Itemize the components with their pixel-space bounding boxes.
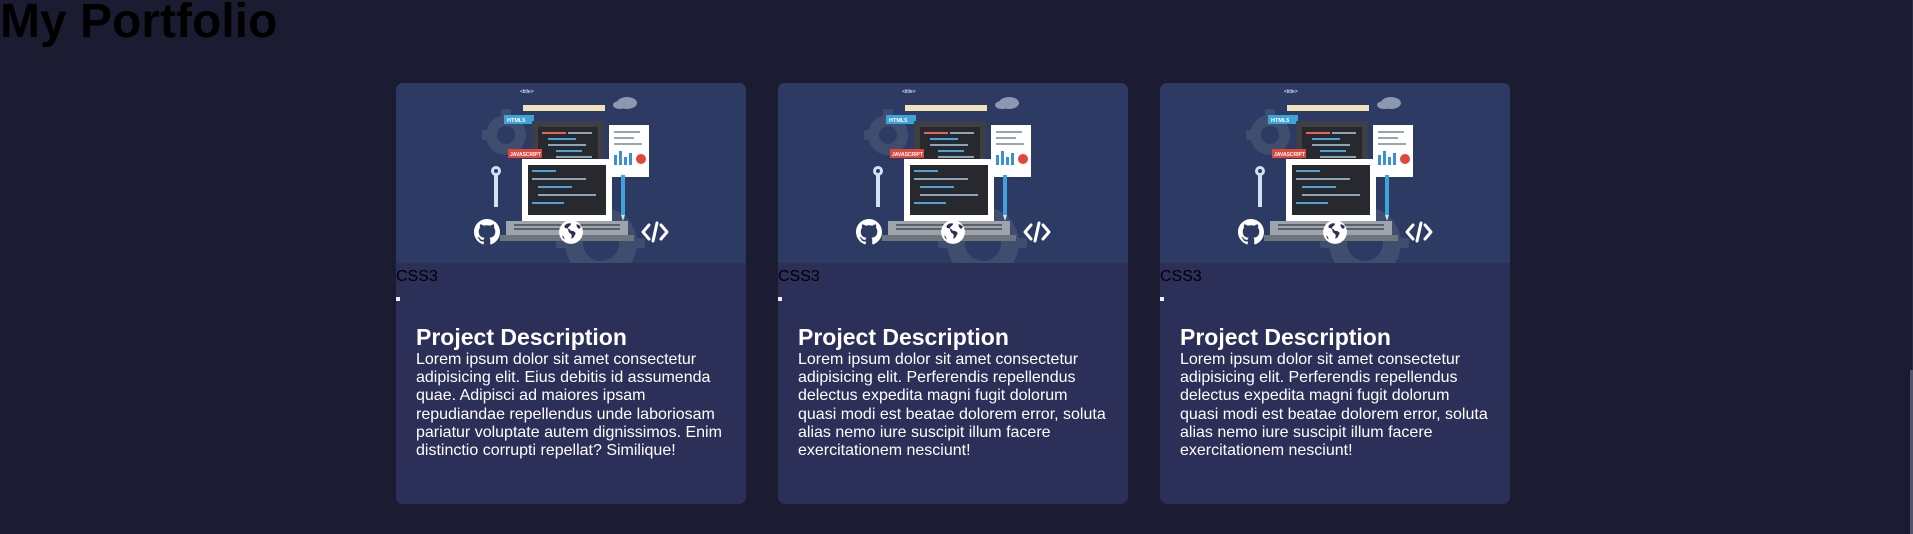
html-tag-title: <title> [1284, 89, 1298, 95]
code-link-button[interactable] [1023, 219, 1051, 245]
project-card: <title> HTML5 JAVASCRIPT CSS3 Project De… [396, 83, 746, 504]
globe-icon [940, 219, 966, 245]
globe-link-button[interactable] [940, 219, 966, 245]
card-actions [1160, 219, 1510, 245]
card-hero-image: <title> HTML5 JAVASCRIPT CSS3 Project De… [778, 83, 1128, 459]
svg-text:HTML5: HTML5 [889, 118, 907, 124]
globe-icon [558, 219, 584, 245]
svg-text:JAVASCRIPT: JAVASCRIPT [892, 152, 923, 158]
code-icon [1023, 219, 1051, 245]
globe-link-button[interactable] [558, 219, 584, 245]
card-description: Lorem ipsum dolor sit amet consectetur a… [1180, 351, 1488, 460]
card-title: Project Description [1180, 324, 1391, 350]
card-hero-image: <title> HTML5 JAVASCRIPT CSS3 Project De… [396, 83, 746, 459]
code-link-button[interactable] [1405, 219, 1433, 245]
github-link-button[interactable] [856, 219, 882, 245]
html-tag-title: <title> [520, 89, 534, 95]
card-body: Project Description Lorem ipsum dolor si… [396, 304, 746, 460]
html-tag-title: <title> [902, 89, 916, 95]
card-body: Project Description Lorem ipsum dolor si… [1160, 304, 1510, 460]
card-body: Project Description Lorem ipsum dolor si… [778, 304, 1128, 460]
github-link-button[interactable] [1238, 219, 1264, 245]
globe-link-button[interactable] [1322, 219, 1348, 245]
svg-text:JAVASCRIPT: JAVASCRIPT [1274, 152, 1305, 158]
card-actions [778, 219, 1128, 245]
card-actions [396, 219, 746, 245]
code-icon [1405, 219, 1433, 245]
card-title: Project Description [798, 324, 1009, 350]
card-description: Lorem ipsum dolor sit amet consectetur a… [416, 351, 722, 460]
github-icon [856, 219, 882, 245]
svg-text:HTML5: HTML5 [507, 118, 525, 124]
project-card: <title> HTML5 JAVASCRIPT CSS3 Project De… [778, 83, 1128, 504]
github-link-button[interactable] [474, 219, 500, 245]
card-hero-image: <title> HTML5 JAVASCRIPT CSS3 Project De… [1160, 83, 1510, 459]
globe-icon [1322, 219, 1348, 245]
code-link-button[interactable] [641, 219, 669, 245]
card-title: Project Description [416, 324, 627, 350]
page-title: My Portfolio [0, 0, 278, 48]
svg-text:JAVASCRIPT: JAVASCRIPT [510, 152, 541, 158]
code-icon [641, 219, 669, 245]
project-card: <title> HTML5 JAVASCRIPT CSS3 Project De… [1160, 83, 1510, 504]
github-icon [474, 219, 500, 245]
svg-text:HTML5: HTML5 [1271, 118, 1289, 124]
github-icon [1238, 219, 1264, 245]
card-description: Lorem ipsum dolor sit amet consectetur a… [798, 351, 1106, 460]
project-cards: <title> HTML5 JAVASCRIPT CSS3 Project De… [396, 83, 1510, 504]
